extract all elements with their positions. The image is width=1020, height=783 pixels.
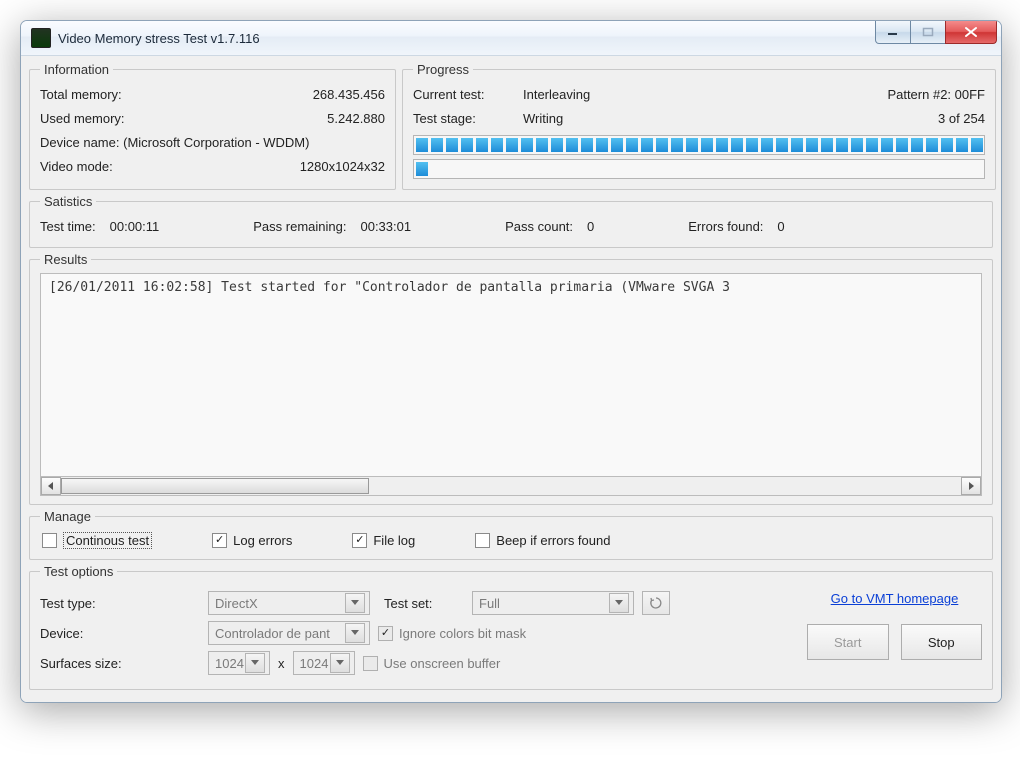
errors-found-label: Errors found: xyxy=(688,215,763,239)
ignore-mask-label: Ignore colors bit mask xyxy=(399,626,526,641)
beep-checkbox[interactable]: Beep if errors found xyxy=(475,533,610,548)
used-memory-label: Used memory: xyxy=(40,107,125,131)
surface-height-value: 1024 xyxy=(300,656,329,671)
test-set-value: Full xyxy=(479,596,500,611)
onscreen-buffer-checkbox: Use onscreen buffer xyxy=(363,656,501,671)
scroll-right-icon[interactable] xyxy=(961,477,981,495)
progress-bar-secondary xyxy=(413,159,985,179)
test-type-label: Test type: xyxy=(40,596,200,611)
surface-width-dropdown[interactable]: 1024 xyxy=(208,651,270,675)
chevron-down-icon xyxy=(330,653,350,673)
progress-bar-primary xyxy=(413,135,985,155)
test-options-legend: Test options xyxy=(40,564,117,579)
video-mode-label: Video mode: xyxy=(40,155,113,179)
pass-remaining-label: Pass remaining: xyxy=(253,215,346,239)
close-button[interactable] xyxy=(945,21,997,44)
test-time-label: Test time: xyxy=(40,215,96,239)
used-memory-value: 5.242.880 xyxy=(327,107,385,131)
window-title: Video Memory stress Test v1.7.116 xyxy=(58,31,260,46)
information-legend: Information xyxy=(40,62,113,77)
progress-legend: Progress xyxy=(413,62,473,77)
video-mode-value: 1280x1024x32 xyxy=(300,155,385,179)
minimize-button[interactable] xyxy=(875,21,911,44)
chevron-down-icon xyxy=(609,593,629,613)
test-time-value: 00:00:11 xyxy=(110,215,160,239)
results-scrollbar[interactable] xyxy=(40,477,982,496)
pass-count-label: Pass count: xyxy=(505,215,573,239)
app-icon xyxy=(31,28,51,48)
results-group: Results [26/01/2011 16:02:58] Test start… xyxy=(29,252,993,505)
surface-height-dropdown[interactable]: 1024 xyxy=(293,651,355,675)
file-log-checkbox[interactable]: File log xyxy=(352,533,415,548)
device-name-label: Device name: xyxy=(40,135,119,150)
test-stage-value: Writing xyxy=(523,107,693,131)
beep-label: Beep if errors found xyxy=(496,533,610,548)
device-name-value: (Microsoft Corporation - WDDM) xyxy=(123,135,309,150)
surface-separator: x xyxy=(278,656,285,671)
information-group: Information Total memory: 268.435.456 Use… xyxy=(29,62,396,190)
progress-group: Progress Current test: Interleaving Patt… xyxy=(402,62,996,190)
current-test-value: Interleaving xyxy=(523,83,693,107)
chevron-down-icon xyxy=(345,593,365,613)
current-test-label: Current test: xyxy=(413,83,523,107)
title-bar[interactable]: Video Memory stress Test v1.7.116 xyxy=(21,21,1001,56)
test-type-value: DirectX xyxy=(215,596,258,611)
chevron-down-icon xyxy=(345,623,365,643)
statistics-group: Satistics Test time: 00:00:11 Pass remain… xyxy=(29,194,993,248)
chevron-down-icon xyxy=(245,653,265,673)
pattern-value: Pattern #2: 00FF xyxy=(693,83,985,107)
surface-width-value: 1024 xyxy=(215,656,244,671)
file-log-label: File log xyxy=(373,533,415,548)
scroll-left-icon[interactable] xyxy=(41,477,61,495)
continuous-test-label: Continous test xyxy=(63,532,152,549)
continuous-test-checkbox[interactable]: Continous test xyxy=(42,532,152,549)
maximize-button[interactable] xyxy=(910,21,946,44)
log-errors-label: Log errors xyxy=(233,533,292,548)
test-type-dropdown[interactable]: DirectX xyxy=(208,591,370,615)
ignore-mask-checkbox: Ignore colors bit mask xyxy=(378,626,526,641)
device-value: Controlador de pant xyxy=(215,626,330,641)
scroll-track[interactable] xyxy=(61,478,961,494)
test-set-label: Test set: xyxy=(384,596,464,611)
refresh-button[interactable] xyxy=(642,591,670,615)
test-options-group: Test options Test type: DirectX Test set… xyxy=(29,564,993,690)
pass-remaining-value: 00:33:01 xyxy=(360,215,411,239)
stage-count-value: 3 of 254 xyxy=(693,107,985,131)
errors-found-value: 0 xyxy=(777,215,784,239)
homepage-link[interactable]: Go to VMT homepage xyxy=(831,591,959,606)
manage-legend: Manage xyxy=(40,509,95,524)
results-log[interactable]: [26/01/2011 16:02:58] Test started for "… xyxy=(40,273,982,477)
test-stage-label: Test stage: xyxy=(413,107,523,131)
main-window: Video Memory stress Test v1.7.116 Inform… xyxy=(20,20,1002,703)
statistics-legend: Satistics xyxy=(40,194,96,209)
manage-group: Manage Continous test Log errors File lo… xyxy=(29,509,993,560)
log-line: [26/01/2011 16:02:58] Test started for "… xyxy=(49,280,730,295)
stop-button[interactable]: Stop xyxy=(901,624,983,660)
log-errors-checkbox[interactable]: Log errors xyxy=(212,533,292,548)
test-set-dropdown[interactable]: Full xyxy=(472,591,634,615)
scroll-thumb[interactable] xyxy=(61,478,369,494)
total-memory-label: Total memory: xyxy=(40,83,122,107)
results-legend: Results xyxy=(40,252,91,267)
device-dropdown[interactable]: Controlador de pant xyxy=(208,621,370,645)
device-label: Device: xyxy=(40,626,200,641)
pass-count-value: 0 xyxy=(587,215,594,239)
start-button: Start xyxy=(807,624,889,660)
refresh-icon xyxy=(649,596,663,610)
onscreen-buffer-label: Use onscreen buffer xyxy=(384,656,501,671)
total-memory-value: 268.435.456 xyxy=(313,83,385,107)
surfaces-size-label: Surfaces size: xyxy=(40,656,200,671)
